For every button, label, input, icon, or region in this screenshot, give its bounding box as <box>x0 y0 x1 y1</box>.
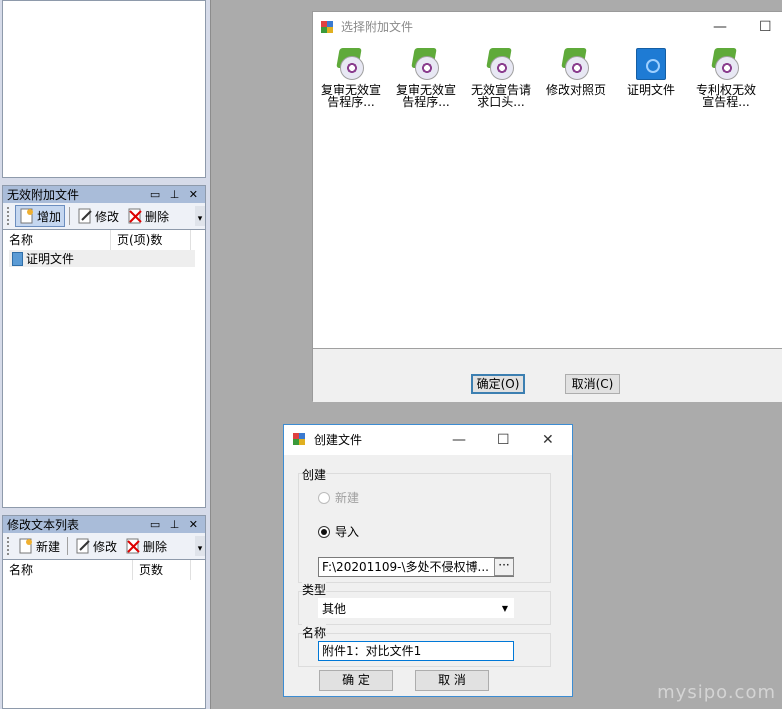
file-item[interactable]: 专利权无效 宣告程... <box>688 48 764 108</box>
invalid-panel-title: 无效附加文件 ▭ ⊥ ✕ <box>2 185 206 203</box>
delete-icon <box>127 208 143 224</box>
add-icon <box>19 208 35 224</box>
file-item-label: 修改对照页 <box>545 83 606 97</box>
delete-icon <box>125 538 141 554</box>
dialog-title-bar: 选择附加文件 — ☐ <box>313 12 782 43</box>
cancel-button[interactable]: 取消(C) <box>565 374 620 394</box>
type-label: 类型 <box>302 581 327 598</box>
import-path-field[interactable]: F:\20201109-\多处不侵权博... <box>318 557 514 577</box>
app-icon <box>293 433 306 446</box>
confirm-button[interactable]: 确 定 <box>319 670 393 691</box>
toolbar-grip[interactable] <box>7 537 10 555</box>
list-header: 名称 页数 <box>3 560 205 580</box>
separator <box>69 207 71 225</box>
watermark: mysipo.com <box>657 682 776 703</box>
modify-panel-toolbar: 新建 修改 删除 ▾ <box>2 533 206 559</box>
dialog-footer: 确定(O) 取消(C) <box>313 348 782 402</box>
name-input[interactable]: 附件1：对比文件1 <box>318 641 514 661</box>
browse-button[interactable]: ··· <box>494 558 514 576</box>
panel-controls[interactable]: ▭ ⊥ ✕ <box>150 516 201 534</box>
delete-button[interactable]: 删除 <box>122 535 170 557</box>
edit-icon <box>75 538 91 554</box>
col-name[interactable]: 名称 <box>3 560 133 580</box>
chevron-down-icon: ▼ <box>501 604 508 613</box>
radio-import-label: 导入 <box>335 525 360 539</box>
disc-icon <box>335 48 367 80</box>
file-item[interactable]: 修改对照页 <box>538 48 614 96</box>
add-button[interactable]: 增加 <box>15 205 66 227</box>
disc-icon <box>560 48 592 80</box>
radio-import-indicator <box>318 525 330 538</box>
toolbar-overflow-icon[interactable]: ▾ <box>195 536 205 556</box>
edit-icon <box>77 208 93 224</box>
list-item[interactable]: 证明文件 <box>9 250 195 267</box>
dialog-title: 创建文件 <box>314 433 363 447</box>
document-icon <box>12 251 23 266</box>
separator <box>67 537 69 555</box>
edit-button[interactable]: 修改 <box>74 205 122 227</box>
file-item-label: 求口头... <box>477 95 525 109</box>
name-label: 名称 <box>302 624 327 641</box>
new-button[interactable]: 新建 <box>15 535 63 557</box>
book-icon <box>636 48 666 80</box>
select-attachment-dialog: 选择附加文件 — ☐ 复审无效宣 告程序... 复审无效宣 告程序... 无效宣… <box>312 11 782 402</box>
disc-icon <box>485 48 517 80</box>
col-pages[interactable]: 页(项)数 <box>111 230 191 250</box>
file-item-label: 证明文件 <box>626 83 675 97</box>
minimize-icon[interactable]: — <box>713 12 727 43</box>
radio-new-indicator <box>318 491 330 504</box>
ok-button[interactable]: 确定(O) <box>471 374 525 394</box>
toolbar-overflow-icon[interactable]: ▾ <box>195 206 205 226</box>
list-header: 名称 页(项)数 <box>3 230 205 250</box>
modify-panel-title: 修改文本列表 ▭ ⊥ ✕ <box>2 515 206 533</box>
modify-text-list: 名称 页数 <box>2 559 206 709</box>
invalid-file-list: 名称 页(项)数 证明文件 <box>2 229 206 508</box>
maximize-icon[interactable]: ☐ <box>497 425 510 455</box>
close-icon[interactable]: ✕ <box>542 425 554 455</box>
file-item-label: 告程序... <box>327 95 375 109</box>
radio-new[interactable]: 新建 <box>318 489 359 506</box>
col-name[interactable]: 名称 <box>3 230 111 250</box>
radio-import[interactable]: 导入 <box>318 523 359 540</box>
radio-new-label: 新建 <box>335 491 360 505</box>
panel-controls[interactable]: ▭ ⊥ ✕ <box>150 186 201 204</box>
file-item[interactable]: 无效宣告请 求口头... <box>463 48 539 108</box>
new-label: 新建 <box>36 539 61 554</box>
create-file-dialog: 创建文件 — ☐ ✕ 创建 新建 导入 F:\20201109-\多处不侵权博.… <box>283 424 573 697</box>
file-item[interactable]: 证明文件 <box>613 48 689 96</box>
file-item[interactable]: 复审无效宣 告程序... <box>388 48 464 108</box>
new-icon <box>18 538 34 554</box>
invalid-panel-title-text: 无效附加文件 <box>7 188 80 202</box>
dialog-title-bar: 创建文件 — ☐ ✕ <box>284 425 572 455</box>
delete-label: 删除 <box>143 539 168 554</box>
cancel-button[interactable]: 取 消 <box>415 670 489 691</box>
type-select[interactable]: 其他 ▼ <box>318 598 514 618</box>
file-item[interactable]: 复审无效宣 告程序... <box>313 48 389 108</box>
file-item-label: 告程序... <box>402 95 450 109</box>
top-pane <box>2 0 206 178</box>
list-item-name: 证明文件 <box>26 252 75 266</box>
delete-button[interactable]: 删除 <box>124 205 172 227</box>
edit-label: 修改 <box>93 539 118 554</box>
minimize-icon[interactable]: — <box>452 425 466 455</box>
modify-panel-title-text: 修改文本列表 <box>7 518 80 532</box>
add-label: 增加 <box>37 209 62 224</box>
maximize-icon[interactable]: ☐ <box>759 12 772 43</box>
invalid-panel-toolbar: 增加 修改 删除 ▾ <box>2 203 206 229</box>
col-pages[interactable]: 页数 <box>133 560 191 580</box>
file-item-label: 宣告程... <box>702 95 750 109</box>
app-icon <box>321 21 334 34</box>
toolbar-grip[interactable] <box>7 207 10 225</box>
dialog-title: 选择附加文件 <box>341 20 414 34</box>
edit-label: 修改 <box>95 209 120 224</box>
edit-button[interactable]: 修改 <box>72 535 120 557</box>
type-select-value: 其他 <box>322 602 347 616</box>
disc-icon <box>710 48 742 80</box>
disc-icon <box>410 48 442 80</box>
left-dock: 无效附加文件 ▭ ⊥ ✕ 增加 修改 删除 ▾ 名称 页(项)数 证明文件 修改… <box>0 0 211 709</box>
delete-label: 删除 <box>145 209 170 224</box>
create-group-label: 创建 <box>302 466 327 483</box>
